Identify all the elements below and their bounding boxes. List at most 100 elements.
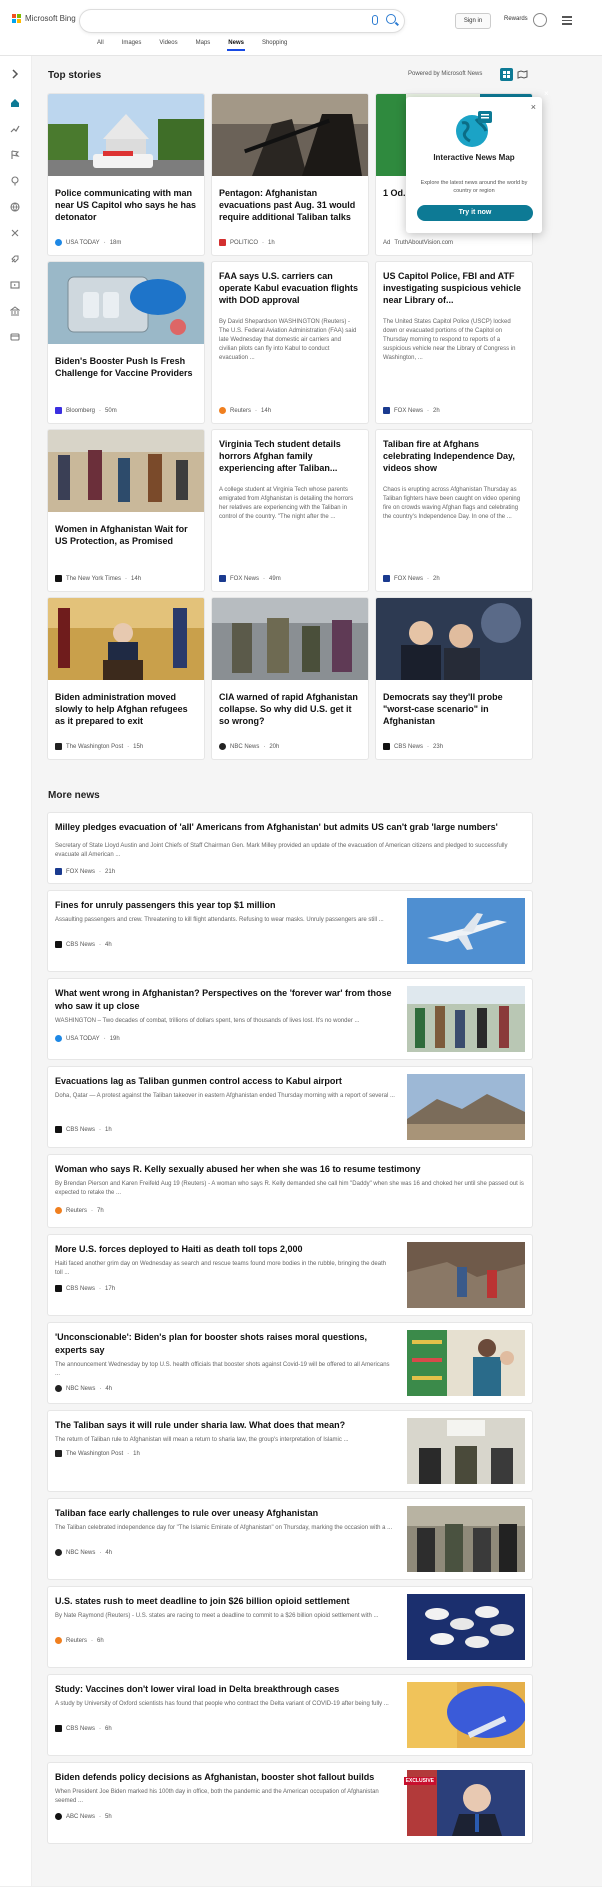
search-input[interactable] <box>80 10 404 32</box>
close-icon[interactable]: × <box>544 89 549 98</box>
tab-videos[interactable]: Videos <box>150 40 186 51</box>
flag-icon[interactable] <box>10 150 20 160</box>
story-card[interactable]: FAA says U.S. carriers can operate Kabul… <box>212 262 368 423</box>
search-icon[interactable] <box>386 14 396 24</box>
money-bank-icon[interactable] <box>10 306 20 316</box>
news-list-item[interactable]: The Taliban says it will rule under shar… <box>48 1411 532 1491</box>
news-map-view-icon[interactable] <box>516 68 529 81</box>
news-source: NBC News · 4h <box>55 1385 112 1392</box>
story-card[interactable]: Democrats say they'll probe "worst-case … <box>376 598 532 759</box>
story-source: NBC News · 20h <box>219 743 279 750</box>
news-title[interactable]: Study: Vaccines don't lower viral load i… <box>55 1683 395 1696</box>
news-list-item[interactable]: More U.S. forces deployed to Haiti as de… <box>48 1235 532 1315</box>
news-list-item[interactable]: Milley pledges evacuation of 'all' Ameri… <box>48 813 532 883</box>
story-title[interactable]: Pentagon: Afghanistan evacuations past A… <box>219 187 361 223</box>
globe-icon[interactable] <box>10 202 20 212</box>
story-card[interactable]: Virginia Tech student details horrors Af… <box>212 430 368 591</box>
grid-view-icon[interactable] <box>500 68 513 81</box>
story-source: Reuters · 14h <box>219 407 271 414</box>
news-snippet: Secretary of State Lloyd Austin and Join… <box>55 843 508 858</box>
story-title[interactable]: FAA says U.S. carriers can operate Kabul… <box>219 270 361 306</box>
exclusive-badge: EXCLUSIVE <box>403 1777 436 1785</box>
header-divider <box>0 55 602 56</box>
news-list-item[interactable]: Fines for unruly passengers this year to… <box>48 891 532 971</box>
story-card[interactable]: Women in Afghanistan Wait for US Protect… <box>48 430 204 591</box>
news-title[interactable]: 'Unconscionable': Biden's plan for boost… <box>55 1331 395 1357</box>
tab-images[interactable]: Images <box>113 40 151 51</box>
politics-icon[interactable] <box>10 228 20 238</box>
location-icon[interactable] <box>10 176 20 186</box>
news-map-globe-icon <box>456 111 492 147</box>
washington-post-logo-icon <box>55 1450 62 1457</box>
news-list-item[interactable]: Taliban face early challenges to rule ov… <box>48 1499 532 1579</box>
news-title[interactable]: Biden defends policy decisions as Afghan… <box>55 1771 395 1784</box>
hamburger-menu-icon[interactable] <box>562 16 572 27</box>
news-title[interactable]: Woman who says R. Kelly sexually abused … <box>55 1163 515 1176</box>
tab-news[interactable]: News <box>219 40 253 51</box>
story-title[interactable]: Virginia Tech student details horrors Af… <box>219 438 361 474</box>
story-card[interactable]: Taliban fire at Afghans celebrating Inde… <box>376 430 532 591</box>
microphone-icon[interactable] <box>372 15 378 25</box>
news-list-item[interactable]: 'Unconscionable': Biden's plan for boost… <box>48 1323 532 1403</box>
news-list-item[interactable]: U.S. states rush to meet deadline to joi… <box>48 1587 532 1667</box>
story-image-afghan-women <box>48 430 204 512</box>
try-it-now-button[interactable]: Try it now <box>417 205 533 221</box>
story-image-soldiers-evacuation <box>212 598 368 680</box>
tab-all[interactable]: All <box>88 40 113 51</box>
news-source: Reuters · 7h <box>55 1207 104 1214</box>
tab-maps[interactable]: Maps <box>187 40 220 51</box>
news-title[interactable]: Milley pledges evacuation of 'all' Ameri… <box>55 821 515 834</box>
tech-card-icon[interactable] <box>10 332 20 342</box>
story-card[interactable]: CIA warned of rapid Afghanistan collapse… <box>212 598 368 759</box>
sign-in-button[interactable]: Sign in <box>455 13 491 29</box>
news-title[interactable]: Fines for unruly passengers this year to… <box>55 899 395 912</box>
story-source: FOX News · 49m <box>219 575 281 582</box>
story-title[interactable]: Police communicating with man near US Ca… <box>55 187 197 223</box>
expand-sidebar-icon[interactable] <box>9 68 21 80</box>
news-source: CBS News · 1h <box>55 1126 112 1133</box>
news-title[interactable]: What went wrong in Afghanistan? Perspect… <box>55 987 395 1013</box>
cbs-news-logo-icon <box>55 941 62 948</box>
reuters-logo-icon <box>55 1207 62 1214</box>
story-snippet: Chaos is erupting across Afghanistan Thu… <box>383 487 521 520</box>
news-list-item[interactable]: Evacuations lag as Taliban gunmen contro… <box>48 1067 532 1147</box>
news-title[interactable]: Evacuations lag as Taliban gunmen contro… <box>55 1075 395 1088</box>
news-list-item[interactable]: What went wrong in Afghanistan? Perspect… <box>48 979 532 1059</box>
rewards-link[interactable]: Rewards <box>504 16 528 22</box>
header: Microsoft Bing Sign in Rewards All Image… <box>0 0 602 56</box>
news-source: CBS News · 4h <box>55 941 112 948</box>
news-title[interactable]: More U.S. forces deployed to Haiti as de… <box>55 1243 395 1256</box>
home-icon[interactable] <box>10 98 20 108</box>
news-list-item[interactable]: Biden defends policy decisions as Afghan… <box>48 1763 532 1843</box>
story-card[interactable]: Biden's Booster Push Is Fresh Challenge … <box>48 262 204 423</box>
news-title[interactable]: The Taliban says it will rule under shar… <box>55 1419 395 1432</box>
rewards-trophy-icon[interactable] <box>533 13 547 27</box>
story-title[interactable]: CIA warned of rapid Afghanistan collapse… <box>219 691 361 727</box>
story-card[interactable]: US Capitol Police, FBI and ATF investiga… <box>376 262 532 423</box>
bing-logo[interactable]: Microsoft Bing <box>12 14 76 23</box>
story-source: FOX News · 2h <box>383 407 440 414</box>
close-icon[interactable]: × <box>531 103 536 112</box>
fox-news-logo-icon <box>383 575 390 582</box>
news-list-item[interactable]: Study: Vaccines don't lower viral load i… <box>48 1675 532 1755</box>
story-title[interactable]: Taliban fire at Afghans celebrating Inde… <box>383 438 525 474</box>
story-title[interactable]: Biden's Booster Push Is Fresh Challenge … <box>55 355 197 379</box>
story-card[interactable]: Biden administration moved slowly to hel… <box>48 598 204 759</box>
news-list-item[interactable]: Woman who says R. Kelly sexually abused … <box>48 1155 532 1227</box>
story-title[interactable]: US Capitol Police, FBI and ATF investiga… <box>383 270 525 306</box>
news-source: FOX News · 21h <box>55 868 115 875</box>
story-title[interactable]: Women in Afghanistan Wait for US Protect… <box>55 523 197 547</box>
entertainment-icon[interactable] <box>10 280 20 290</box>
science-rocket-icon[interactable] <box>10 254 20 264</box>
fox-news-logo-icon <box>383 407 390 414</box>
news-snippet: A study by University of Oxford scientis… <box>55 1701 389 1707</box>
story-card[interactable]: Police communicating with man near US Ca… <box>48 94 204 255</box>
news-title[interactable]: Taliban face early challenges to rule ov… <box>55 1507 395 1520</box>
story-title[interactable]: Biden administration moved slowly to hel… <box>55 691 197 727</box>
story-card[interactable]: Pentagon: Afghanistan evacuations past A… <box>212 94 368 255</box>
tab-shopping[interactable]: Shopping <box>253 40 296 51</box>
news-source: ABC News · 5h <box>55 1813 112 1820</box>
trending-icon[interactable] <box>10 124 20 134</box>
story-title[interactable]: Democrats say they'll probe "worst-case … <box>383 691 525 727</box>
news-title[interactable]: U.S. states rush to meet deadline to joi… <box>55 1595 395 1608</box>
